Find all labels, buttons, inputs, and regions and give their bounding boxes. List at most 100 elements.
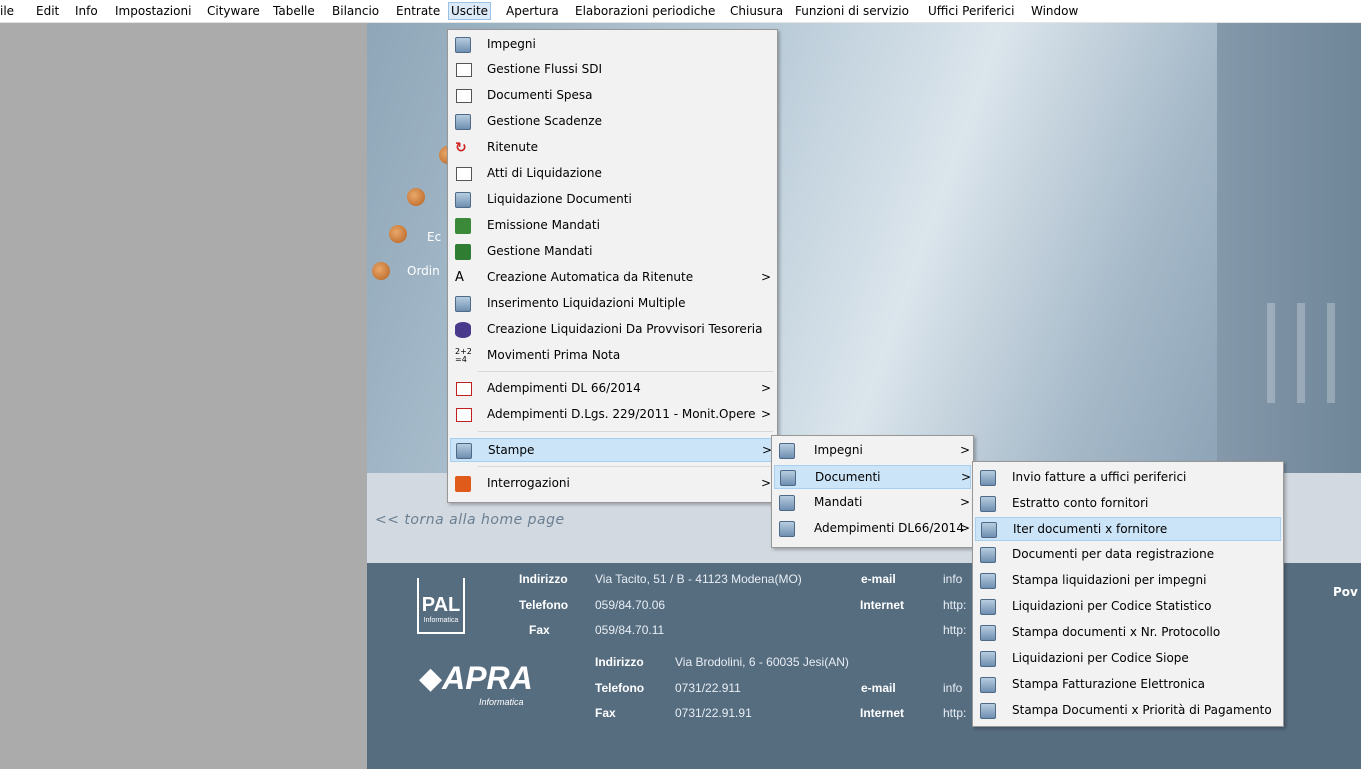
menu-cityware[interactable]: Cityware	[207, 3, 260, 19]
print-icon	[779, 443, 795, 459]
ledger-icon	[455, 407, 472, 423]
menu-edit[interactable]: Edit	[36, 3, 59, 19]
menu-item-gestione-mandati[interactable]: Gestione Mandati	[450, 240, 775, 264]
menu-uscite[interactable]: Uscite	[448, 2, 492, 20]
menu-item-atti-di-liquidazione[interactable]: Atti di Liquidazione	[450, 162, 775, 186]
menu-item-stampe[interactable]: Stampe >	[450, 438, 775, 462]
menu-funzioni-di-servizio[interactable]: Funzioni di servizio	[795, 3, 909, 19]
banner-link[interactable]: Ordin	[407, 264, 440, 278]
menu-elaborazioni-periodiche[interactable]: Elaborazioni periodiche	[575, 3, 715, 19]
menu-item-liquidazione-documenti[interactable]: Liquidazione Documenti	[450, 188, 775, 212]
menu-item-stampa-liquidazioni-impegni[interactable]: Stampa liquidazioni per impegni	[975, 569, 1281, 593]
print-icon	[980, 573, 996, 589]
menu-item-stampe-adempimenti[interactable]: Adempimenti DL66/2014 >	[774, 517, 971, 541]
menu-item-documenti-data-registrazione[interactable]: Documenti per data registrazione	[975, 543, 1281, 567]
print-icon	[980, 470, 996, 486]
menu-item-stampe-impegni[interactable]: Impegni >	[774, 439, 971, 463]
menu-item-adempimenti-dl-66-2014[interactable]: Adempimenti DL 66/2014 >	[450, 377, 775, 401]
print-icon	[980, 677, 996, 693]
documenti-submenu: Invio fatture a uffici periferici Estrat…	[972, 461, 1284, 727]
submenu-arrow-icon: >	[761, 407, 772, 421]
pal-address: Via Tacito, 51 / B - 41123 Modena(MO)	[595, 572, 802, 586]
apra-internet[interactable]: http:	[943, 706, 966, 720]
menu-item-documenti-spesa[interactable]: Documenti Spesa	[450, 84, 775, 108]
apra-phone-label: Telefono	[595, 681, 645, 695]
menu-item-inserimento-liquidazioni-multiple[interactable]: Inserimento Liquidazioni Multiple	[450, 292, 775, 316]
form-icon	[455, 88, 472, 104]
submenu-arrow-icon: >	[960, 521, 971, 535]
menu-item-stampe-documenti[interactable]: Documenti >	[774, 465, 971, 489]
print-icon	[779, 495, 795, 511]
menu-item-ritenute[interactable]: ↻ Ritenute	[450, 136, 775, 160]
menu-item-gestione-scadenze[interactable]: Gestione Scadenze	[450, 110, 775, 134]
menu-file[interactable]: ile	[0, 3, 14, 19]
pal-phone: 059/84.70.06	[595, 598, 666, 612]
menu-item-stampa-documenti-protocollo[interactable]: Stampa documenti x Nr. Protocollo	[975, 621, 1281, 645]
menu-bilancio[interactable]: Bilancio	[332, 3, 379, 19]
database-icon	[455, 322, 471, 338]
pal-fax: 059/84.70.11	[595, 623, 665, 637]
mandate-icon	[455, 218, 471, 234]
banner-link[interactable]: Ec	[427, 230, 441, 244]
menu-item-iter-documenti[interactable]: Iter documenti x fornitore	[975, 517, 1281, 541]
submenu-arrow-icon: >	[961, 470, 972, 484]
menu-window[interactable]: Window	[1031, 3, 1078, 19]
menu-info[interactable]: Info	[75, 3, 98, 19]
menu-tabelle[interactable]: Tabelle	[273, 3, 315, 19]
bullet-icon	[389, 225, 407, 243]
doc-check-icon	[455, 296, 471, 312]
menu-item-stampa-fatturazione-elettronica[interactable]: Stampa Fatturazione Elettronica	[975, 673, 1281, 697]
menu-item-stampa-documenti-priorita[interactable]: Stampa Documenti x Priorità di Pagamento	[975, 699, 1281, 723]
menu-item-liquidazioni-codice-statistico[interactable]: Liquidazioni per Codice Statistico	[975, 595, 1281, 619]
submenu-arrow-icon: >	[761, 381, 772, 395]
pal-email-label: e-mail	[861, 572, 896, 586]
menu-apertura[interactable]: Apertura	[506, 3, 559, 19]
home-page-link[interactable]: << torna alla home page	[375, 512, 565, 528]
menu-item-invio-fatture[interactable]: Invio fatture a uffici periferici	[975, 466, 1281, 490]
pal-address-label: Indirizzo	[519, 572, 568, 586]
menu-chiusura[interactable]: Chiusura	[730, 3, 783, 19]
menu-item-stampe-mandati[interactable]: Mandati >	[774, 491, 971, 515]
submenu-arrow-icon: >	[960, 495, 971, 509]
apra-email[interactable]: info	[943, 681, 962, 695]
pal-phone-label: Telefono	[519, 598, 569, 612]
impegni-icon	[455, 37, 471, 53]
menu-separator	[478, 431, 773, 432]
apra-fax-label: Fax	[595, 706, 616, 720]
pal-logo: PAL Informatica	[417, 578, 465, 634]
menu-uffici-periferici[interactable]: Uffici Periferici	[928, 3, 1014, 19]
pal-email[interactable]: info	[943, 572, 962, 586]
menu-item-estratto-conto-fornitori[interactable]: Estratto conto fornitori	[975, 492, 1281, 516]
print-icon	[980, 625, 996, 641]
calendar-icon	[455, 114, 471, 130]
stampe-submenu: Impegni > Documenti > Mandati > Adempimenti…	[771, 435, 974, 548]
apra-fax: 0731/22.91.91	[675, 706, 752, 720]
pal-internet[interactable]: http:	[943, 598, 966, 612]
uscite-dropdown: Impegni Gestione Flussi SDI Documenti Sp…	[447, 29, 778, 503]
menu-item-impegni[interactable]: Impegni	[450, 33, 775, 57]
ledger-icon	[455, 381, 472, 397]
auto-icon: A	[455, 270, 464, 285]
money-icon	[455, 244, 471, 260]
pal-internet-2[interactable]: http:	[943, 623, 966, 637]
building-image	[1217, 23, 1361, 473]
menu-item-creazione-automatica-da-ritenute[interactable]: A Creazione Automatica da Ritenute >	[450, 266, 775, 290]
apra-email-label: e-mail	[861, 681, 896, 695]
apra-address-label: Indirizzo	[595, 655, 644, 669]
menu-item-creazione-liquidazioni-provvisori[interactable]: Creazione Liquidazioni Da Provvisori Tes…	[450, 318, 775, 342]
query-icon	[455, 476, 471, 492]
menu-item-emissione-mandati[interactable]: Emissione Mandati	[450, 214, 775, 238]
menu-separator	[478, 466, 773, 467]
menu-item-adempimenti-dlgs-229-2011[interactable]: Adempimenti D.Lgs. 229/2011 - Monit.Oper…	[450, 403, 775, 427]
menu-impostazioni[interactable]: Impostazioni	[115, 3, 191, 19]
print-icon	[980, 547, 996, 563]
apra-logo: ◆APRA Informatica	[419, 660, 533, 707]
menu-item-liquidazioni-codice-siope[interactable]: Liquidazioni per Codice Siope	[975, 647, 1281, 671]
print-icon	[980, 599, 996, 615]
menu-entrate[interactable]: Entrate	[396, 3, 440, 19]
form-icon	[455, 62, 472, 78]
apra-internet-label: Internet	[860, 706, 905, 720]
menu-item-gestione-flussi-sdi[interactable]: Gestione Flussi SDI	[450, 58, 775, 82]
menu-item-interrogazioni[interactable]: Interrogazioni >	[450, 472, 775, 496]
menu-item-movimenti-prima-nota[interactable]: 2+2 =4 Movimenti Prima Nota	[450, 344, 775, 368]
